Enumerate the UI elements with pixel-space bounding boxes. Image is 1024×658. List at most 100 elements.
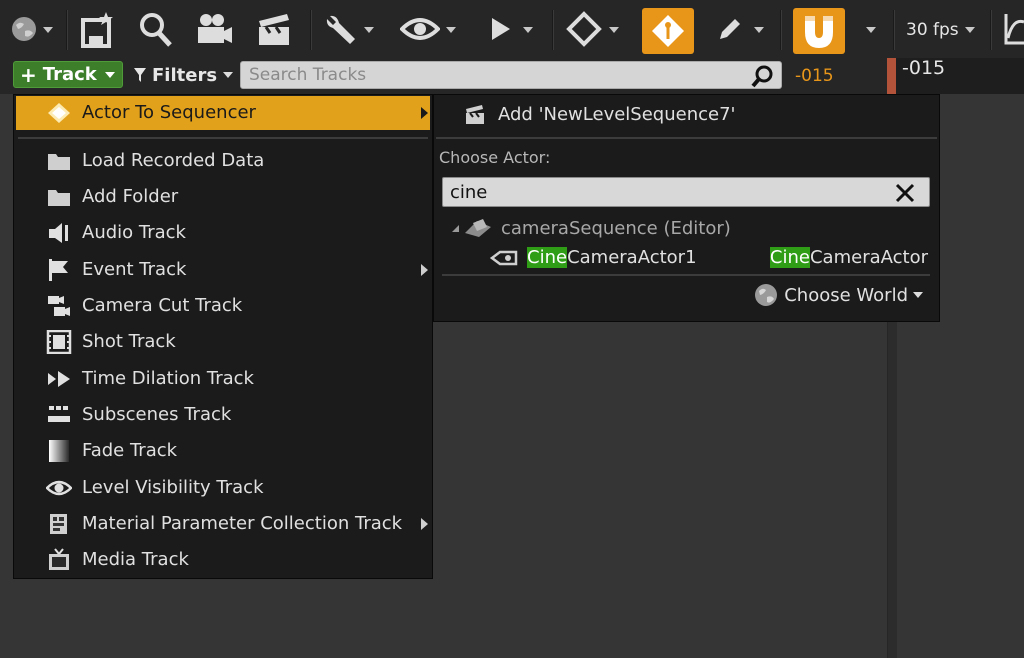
chevron-down-icon (913, 292, 923, 298)
material-collection-icon (50, 514, 67, 534)
auto-key-icon (652, 15, 684, 47)
toolbar-divider (990, 10, 992, 50)
playhead-marker[interactable] (887, 58, 896, 94)
render-movie-button[interactable] (196, 0, 234, 58)
menu-item-label: Audio Track (82, 222, 186, 243)
search-icon[interactable] (751, 64, 775, 88)
play-caret-icon[interactable] (523, 27, 533, 33)
current-time-field[interactable]: -015 (795, 66, 834, 86)
toolbar-divider (893, 10, 895, 50)
toolbar-divider (780, 10, 782, 50)
plus-icon: + (20, 62, 37, 87)
key-caret-icon[interactable] (609, 27, 619, 33)
cine-camera-icon (490, 250, 518, 266)
submenu-divider (436, 137, 937, 139)
folder-icon (48, 154, 70, 170)
close-icon[interactable] (895, 183, 915, 203)
world-icon (12, 17, 36, 41)
actor-result-row[interactable]: CineCameraActor1 CineCameraActor (490, 245, 930, 271)
play-button[interactable] (490, 0, 512, 58)
world-caret-icon[interactable] (43, 27, 53, 33)
menu-item-audio-track[interactable]: Audio Track (16, 216, 430, 250)
toolbar-divider (310, 10, 312, 50)
filters-button[interactable]: Filters (133, 62, 234, 88)
menu-item-subscenes-track[interactable]: Subscenes Track (16, 398, 430, 432)
settings-caret-icon[interactable] (364, 27, 374, 33)
submenu-arrow-icon (421, 518, 428, 530)
tree-group-label: cameraSequence (Editor) (501, 217, 731, 239)
chevron-down-icon (104, 71, 115, 78)
sequencer-filter-bar: + Track Filters -015 -015 (0, 57, 1024, 94)
graph-icon (1004, 14, 1024, 45)
menu-item-time-dilation-track[interactable]: Time Dilation Track (16, 362, 430, 396)
search-button[interactable] (138, 0, 174, 58)
actor-search-input[interactable] (443, 178, 883, 206)
menu-item-label: Add Folder (82, 186, 179, 207)
camera-cut-icon (48, 296, 70, 316)
edit-caret-icon[interactable] (754, 27, 764, 33)
snap-button[interactable] (793, 8, 845, 54)
folder-icon (48, 190, 70, 206)
view-caret-icon[interactable] (446, 27, 456, 33)
actor-diamond-icon (48, 103, 70, 123)
add-track-button[interactable]: + Track (13, 61, 123, 88)
timeline-start-label: -015 (902, 57, 946, 79)
filters-label: Filters (152, 64, 218, 86)
save-button[interactable] (80, 0, 116, 58)
choose-world-dropdown[interactable]: Choose World (754, 282, 923, 308)
actor-name-rest: CameraActor1 (567, 247, 697, 268)
menu-item-level-visibility-track[interactable]: Level Visibility Track (16, 471, 430, 505)
flag-icon (49, 259, 68, 281)
actor-class: CineCameraActor (769, 247, 928, 268)
menu-item-label: Camera Cut Track (82, 295, 243, 316)
search-tracks-input[interactable] (241, 62, 741, 88)
menu-item-label: Load Recorded Data (82, 150, 265, 171)
clapperboard-icon (259, 14, 289, 45)
edit-button[interactable] (716, 0, 744, 58)
create-camera-button[interactable] (256, 0, 292, 58)
eye-icon (46, 480, 72, 496)
speaker-icon (49, 223, 68, 243)
fps-dropdown[interactable]: 30 fps (906, 20, 959, 40)
world-button[interactable] (10, 0, 38, 58)
auto-key-button[interactable] (642, 8, 694, 54)
search-icon (140, 13, 172, 47)
menu-item-label: Time Dilation Track (82, 368, 254, 389)
world-icon (755, 284, 778, 306)
chevron-down-icon (223, 72, 234, 78)
level-icon (465, 219, 491, 237)
actor-to-sequencer-submenu: Add 'NewLevelSequence7' Choose Actor: ca… (433, 94, 940, 322)
save-icon (81, 12, 113, 48)
settings-button[interactable] (324, 0, 358, 58)
menu-item-label: Media Track (82, 549, 189, 570)
menu-item-label: Material Parameter Collection Track (82, 513, 403, 534)
menu-item-add-folder[interactable]: Add Folder (16, 180, 430, 214)
curve-editor-button[interactable] (1003, 0, 1024, 58)
level-sequence-icon (466, 105, 484, 124)
key-button[interactable] (566, 0, 602, 58)
menu-item-load-recorded-data[interactable]: Load Recorded Data (16, 144, 430, 178)
expand-triangle-icon[interactable] (452, 224, 459, 232)
wrench-icon (326, 15, 355, 44)
menu-item-shot-track[interactable]: Shot Track (16, 325, 430, 359)
menu-item-media-track[interactable]: Media Track (16, 543, 430, 577)
menu-item-event-track[interactable]: Event Track (16, 253, 430, 287)
funnel-icon (134, 68, 146, 82)
menu-item-material-parameter-collection-track[interactable]: Material Parameter Collection Track (16, 507, 430, 541)
menu-item-actor-to-sequencer[interactable]: Actor To Sequencer (16, 96, 430, 130)
add-sequence-label: Add 'NewLevelSequence7' (498, 103, 736, 125)
add-sequence-item[interactable]: Add 'NewLevelSequence7' (464, 101, 735, 127)
fps-caret-icon[interactable] (965, 27, 975, 33)
camera-icon (198, 14, 232, 43)
submenu-divider (442, 274, 930, 276)
menu-item-camera-cut-track[interactable]: Camera Cut Track (16, 289, 430, 323)
snap-caret-icon[interactable] (866, 27, 876, 33)
tree-group-camera-sequence[interactable]: cameraSequence (Editor) (452, 215, 731, 241)
choose-actor-heading: Choose Actor: (439, 148, 551, 167)
menu-item-label: Event Track (82, 259, 187, 280)
view-options-button[interactable] (400, 0, 440, 58)
menu-item-label: Subscenes Track (82, 404, 232, 425)
menu-item-fade-track[interactable]: Fade Track (16, 434, 430, 468)
main-toolbar: 30 fps (0, 0, 1024, 58)
actor-search-box (442, 177, 930, 207)
